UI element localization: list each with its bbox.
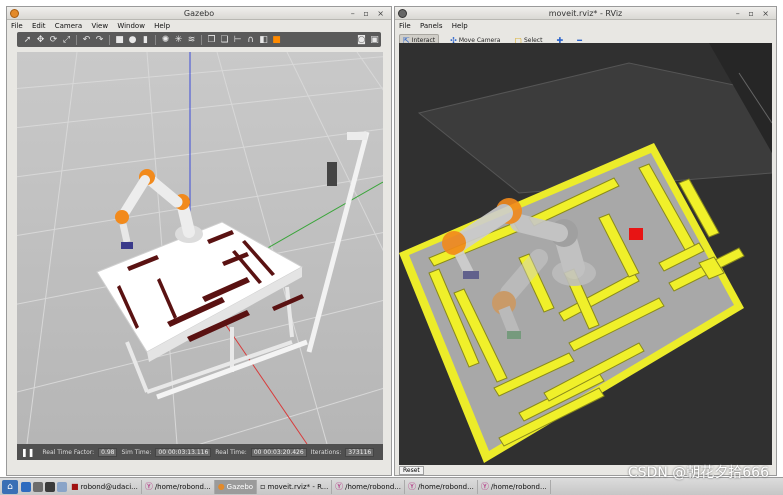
- change-view-icon[interactable]: ◧: [257, 35, 270, 45]
- rviz-titlebar[interactable]: moveit.rviz* - RViz – ▫ ×: [395, 7, 776, 20]
- desktop-icon[interactable]: [21, 481, 31, 492]
- toolbar-divider: [201, 34, 202, 45]
- task-label: robond@udaci...: [80, 482, 138, 491]
- screenshot-icon[interactable]: ◙: [355, 35, 368, 45]
- gazebo-scene: [17, 52, 383, 444]
- real-time-label: Real Time:: [215, 448, 247, 456]
- browser-icon[interactable]: [57, 481, 67, 492]
- gazebo-window: Gazebo – ▫ × File Edit Camera View Windo…: [6, 6, 392, 476]
- snap-icon[interactable]: ∩: [244, 35, 257, 45]
- gazebo-app-icon: [10, 9, 19, 18]
- gazebo-3d-viewport[interactable]: [17, 52, 383, 444]
- rviz-scene: [399, 43, 772, 463]
- task-label: /home/robond...: [490, 482, 547, 491]
- menu-panels[interactable]: Panels: [420, 22, 443, 30]
- record-icon[interactable]: ▣: [368, 35, 381, 45]
- real-time-value: 00 00:03:20.426: [250, 447, 307, 457]
- translate-icon[interactable]: ✥: [34, 35, 47, 45]
- rviz-window: moveit.rviz* - RViz – ▫ × File Panels He…: [394, 6, 777, 476]
- spot-light-icon[interactable]: ✳: [172, 35, 185, 45]
- real-time-factor-value: 0.98: [98, 447, 118, 457]
- toolbar-divider: [76, 34, 77, 45]
- gazebo-toolbar: ➚ ✥ ⟳ ⤢ ↶ ↷ ■ ● ▮ ✺ ✳ ≋ ❐ ❏ ⊢ ∩ ◧ ■ ◙ ▣: [17, 32, 381, 47]
- menu-camera[interactable]: Camera: [55, 22, 82, 30]
- rviz-app-icon: [398, 9, 407, 18]
- model-icon[interactable]: ■: [270, 35, 283, 45]
- taskbar-item-terminal[interactable]: ■ robond@udaci...: [68, 479, 142, 494]
- gazebo-window-controls[interactable]: – ▫ ×: [351, 7, 387, 20]
- gazebo-status-bar: ❚❚ Real Time Factor: 0.98 Sim Time: 00 0…: [17, 444, 383, 460]
- toolbar-divider: [155, 34, 156, 45]
- folder-icon: Ⓨ: [144, 482, 153, 491]
- camera-mount: [347, 132, 367, 140]
- rviz-3d-viewport[interactable]: [399, 43, 772, 465]
- terminal-launcher-icon[interactable]: [45, 481, 55, 492]
- folder-icon: Ⓨ: [480, 482, 489, 491]
- menu-file[interactable]: File: [11, 22, 23, 30]
- taskbar-item-rviz[interactable]: ▫ moveit.rviz* - R...: [257, 479, 333, 494]
- watermark: CSDN @朝花夕拾666: [627, 465, 769, 481]
- depth-camera: [327, 162, 337, 186]
- copy-icon[interactable]: ❐: [205, 35, 218, 45]
- menu-help[interactable]: Help: [154, 22, 170, 30]
- menu-help[interactable]: Help: [452, 22, 468, 30]
- taskbar-item-folder[interactable]: Ⓨ/home/robond...: [405, 479, 478, 494]
- taskbar-item-gazebo[interactable]: ● Gazebo: [214, 479, 258, 494]
- rotate-icon[interactable]: ⟳: [47, 35, 60, 45]
- terminal-icon: ■: [71, 482, 79, 491]
- rviz-icon: ▫: [260, 482, 266, 491]
- gazebo-titlebar[interactable]: Gazebo – ▫ ×: [7, 7, 391, 20]
- gazebo-menubar: File Edit Camera View Window Help: [7, 20, 391, 32]
- folder-icon: Ⓨ: [335, 482, 344, 491]
- real-time-factor-label: Real Time Factor:: [42, 448, 95, 456]
- menu-window[interactable]: Window: [117, 22, 145, 30]
- sim-time-value: 00 00:03:13.116: [155, 447, 212, 457]
- task-label: moveit.rviz* - R...: [267, 482, 329, 491]
- target-block: [629, 228, 643, 240]
- pause-icon[interactable]: ❚❚: [21, 448, 34, 457]
- align-icon[interactable]: ⊢: [231, 35, 244, 45]
- reset-button[interactable]: Reset: [399, 466, 424, 475]
- gazebo-icon: ●: [217, 482, 225, 491]
- toolbar-divider: [109, 34, 110, 45]
- taskbar-item-folder[interactable]: Ⓨ/home/robond...: [332, 479, 405, 494]
- task-label: /home/robond...: [345, 482, 401, 491]
- redo-icon[interactable]: ↷: [93, 35, 106, 45]
- menu-file[interactable]: File: [399, 22, 411, 30]
- rviz-menubar: File Panels Help: [395, 20, 776, 32]
- box-icon[interactable]: ■: [113, 35, 126, 45]
- rviz-window-title: moveit.rviz* - RViz: [548, 9, 623, 18]
- cylinder-icon[interactable]: ▮: [139, 35, 152, 45]
- rviz-window-controls[interactable]: – ▫ ×: [736, 7, 772, 20]
- task-label: /home/robond...: [154, 482, 211, 491]
- paste-icon[interactable]: ❏: [218, 35, 231, 45]
- menu-view[interactable]: View: [91, 22, 108, 30]
- taskbar-item-folder[interactable]: Ⓨ/home/robond...: [142, 479, 215, 494]
- task-label: Gazebo: [226, 482, 254, 491]
- scale-icon[interactable]: ⤢: [60, 35, 73, 45]
- folder-icon: Ⓨ: [407, 482, 416, 491]
- file-manager-icon[interactable]: [33, 481, 43, 492]
- taskbar-item-folder[interactable]: Ⓨ/home/robond...: [478, 479, 551, 494]
- directional-light-icon[interactable]: ≋: [185, 35, 198, 45]
- point-light-icon[interactable]: ✺: [159, 35, 172, 45]
- select-arrow-icon[interactable]: ➚: [21, 35, 34, 45]
- iterations-label: Iterations:: [310, 448, 342, 456]
- task-label: /home/robond...: [417, 482, 474, 491]
- iterations-value: 373116: [345, 447, 375, 457]
- sim-time-label: Sim Time:: [121, 448, 152, 456]
- camera-pole: [306, 131, 370, 353]
- undo-icon[interactable]: ↶: [80, 35, 93, 45]
- menu-edit[interactable]: Edit: [32, 22, 46, 30]
- start-menu-icon[interactable]: ⌂: [2, 479, 18, 494]
- sphere-icon[interactable]: ●: [126, 35, 139, 45]
- gazebo-window-title: Gazebo: [183, 9, 215, 18]
